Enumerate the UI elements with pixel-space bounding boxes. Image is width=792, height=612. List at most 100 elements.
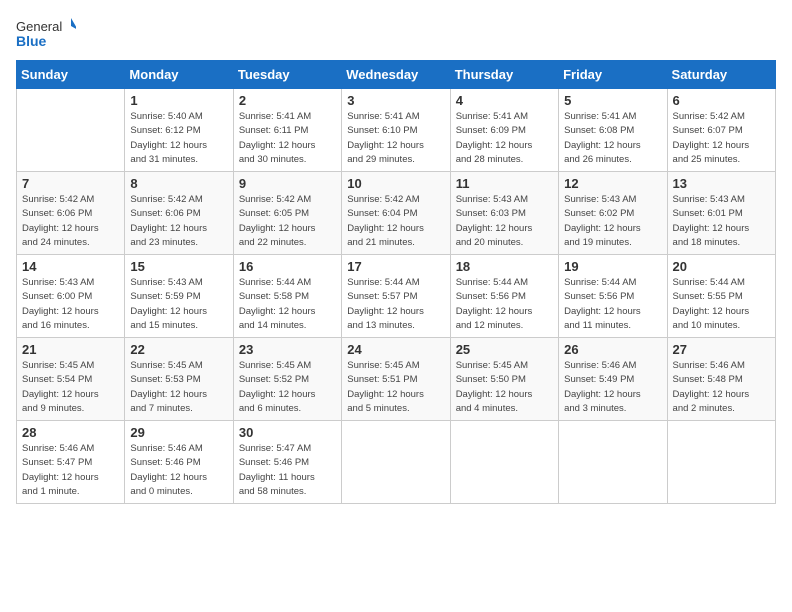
calendar-cell: 10 Sunrise: 5:42 AMSunset: 6:04 PMDayligh… xyxy=(342,172,450,255)
calendar-cell: 27 Sunrise: 5:46 AMSunset: 5:48 PMDayligh… xyxy=(667,338,775,421)
day-info: Sunrise: 5:44 AMSunset: 5:58 PMDaylight:… xyxy=(239,276,336,333)
calendar-cell: 12 Sunrise: 5:43 AMSunset: 6:02 PMDayligh… xyxy=(559,172,667,255)
calendar-table: SundayMondayTuesdayWednesdayThursdayFrid… xyxy=(16,60,776,504)
day-info: Sunrise: 5:42 AMSunset: 6:04 PMDaylight:… xyxy=(347,193,444,250)
week-row-4: 21 Sunrise: 5:45 AMSunset: 5:54 PMDayligh… xyxy=(17,338,776,421)
day-info: Sunrise: 5:43 AMSunset: 6:03 PMDaylight:… xyxy=(456,193,553,250)
calendar-cell: 16 Sunrise: 5:44 AMSunset: 5:58 PMDayligh… xyxy=(233,255,341,338)
day-number: 23 xyxy=(239,342,336,357)
day-info: Sunrise: 5:45 AMSunset: 5:53 PMDaylight:… xyxy=(130,359,227,416)
weekday-header-tuesday: Tuesday xyxy=(233,61,341,89)
calendar-cell: 13 Sunrise: 5:43 AMSunset: 6:01 PMDayligh… xyxy=(667,172,775,255)
week-row-5: 28Sunrise: 5:46 AMSunset: 5:47 PMDayligh… xyxy=(17,421,776,504)
calendar-cell: 7Sunrise: 5:42 AMSunset: 6:06 PMDaylight… xyxy=(17,172,125,255)
day-info: Sunrise: 5:43 AMSunset: 6:02 PMDaylight:… xyxy=(564,193,661,250)
day-info: Sunrise: 5:45 AMSunset: 5:51 PMDaylight:… xyxy=(347,359,444,416)
day-number: 9 xyxy=(239,176,336,191)
day-info: Sunrise: 5:43 AMSunset: 5:59 PMDaylight:… xyxy=(130,276,227,333)
day-number: 15 xyxy=(130,259,227,274)
day-number: 16 xyxy=(239,259,336,274)
day-info: Sunrise: 5:41 AMSunset: 6:10 PMDaylight:… xyxy=(347,110,444,167)
day-info: Sunrise: 5:42 AMSunset: 6:06 PMDaylight:… xyxy=(22,193,119,250)
day-number: 8 xyxy=(130,176,227,191)
day-info: Sunrise: 5:42 AMSunset: 6:07 PMDaylight:… xyxy=(673,110,770,167)
generalblue-logo-icon: General Blue xyxy=(16,16,76,52)
calendar-cell: 29Sunrise: 5:46 AMSunset: 5:46 PMDayligh… xyxy=(125,421,233,504)
day-info: Sunrise: 5:44 AMSunset: 5:56 PMDaylight:… xyxy=(456,276,553,333)
day-info: Sunrise: 5:43 AMSunset: 6:00 PMDaylight:… xyxy=(22,276,119,333)
calendar-cell: 30Sunrise: 5:47 AMSunset: 5:46 PMDayligh… xyxy=(233,421,341,504)
svg-text:Blue: Blue xyxy=(16,33,47,49)
day-info: Sunrise: 5:45 AMSunset: 5:54 PMDaylight:… xyxy=(22,359,119,416)
calendar-cell xyxy=(17,89,125,172)
week-row-1: 1 Sunrise: 5:40 AMSunset: 6:12 PMDaylight… xyxy=(17,89,776,172)
calendar-cell: 4 Sunrise: 5:41 AMSunset: 6:09 PMDaylight… xyxy=(450,89,558,172)
calendar-cell: 14 Sunrise: 5:43 AMSunset: 6:00 PMDayligh… xyxy=(17,255,125,338)
calendar-cell: 20 Sunrise: 5:44 AMSunset: 5:55 PMDayligh… xyxy=(667,255,775,338)
calendar-cell: 18 Sunrise: 5:44 AMSunset: 5:56 PMDayligh… xyxy=(450,255,558,338)
day-number: 14 xyxy=(22,259,119,274)
calendar-cell xyxy=(559,421,667,504)
day-info: Sunrise: 5:45 AMSunset: 5:52 PMDaylight:… xyxy=(239,359,336,416)
day-number: 3 xyxy=(347,93,444,108)
calendar-cell: 23 Sunrise: 5:45 AMSunset: 5:52 PMDayligh… xyxy=(233,338,341,421)
calendar-cell: 22 Sunrise: 5:45 AMSunset: 5:53 PMDayligh… xyxy=(125,338,233,421)
day-number: 2 xyxy=(239,93,336,108)
day-info: Sunrise: 5:42 AMSunset: 6:05 PMDaylight:… xyxy=(239,193,336,250)
calendar-cell: 8 Sunrise: 5:42 AMSunset: 6:06 PMDaylight… xyxy=(125,172,233,255)
day-number: 1 xyxy=(130,93,227,108)
day-number: 22 xyxy=(130,342,227,357)
logo: General Blue xyxy=(16,16,76,52)
calendar-cell: 2 Sunrise: 5:41 AMSunset: 6:11 PMDaylight… xyxy=(233,89,341,172)
calendar-cell: 26Sunrise: 5:46 AMSunset: 5:49 PMDayligh… xyxy=(559,338,667,421)
day-number: 19 xyxy=(564,259,661,274)
svg-text:General: General xyxy=(16,19,62,34)
day-number: 26 xyxy=(564,342,661,357)
day-number: 4 xyxy=(456,93,553,108)
calendar-cell: 19 Sunrise: 5:44 AMSunset: 5:56 PMDayligh… xyxy=(559,255,667,338)
day-info: Sunrise: 5:44 AMSunset: 5:56 PMDaylight:… xyxy=(564,276,661,333)
day-info: Sunrise: 5:44 AMSunset: 5:57 PMDaylight:… xyxy=(347,276,444,333)
day-number: 25 xyxy=(456,342,553,357)
calendar-cell xyxy=(342,421,450,504)
week-row-3: 14 Sunrise: 5:43 AMSunset: 6:00 PMDayligh… xyxy=(17,255,776,338)
calendar-cell: 9 Sunrise: 5:42 AMSunset: 6:05 PMDaylight… xyxy=(233,172,341,255)
day-number: 24 xyxy=(347,342,444,357)
day-number: 10 xyxy=(347,176,444,191)
calendar-cell: 3 Sunrise: 5:41 AMSunset: 6:10 PMDaylight… xyxy=(342,89,450,172)
calendar-cell: 1 Sunrise: 5:40 AMSunset: 6:12 PMDaylight… xyxy=(125,89,233,172)
weekday-header-friday: Friday xyxy=(559,61,667,89)
calendar-cell xyxy=(450,421,558,504)
day-number: 12 xyxy=(564,176,661,191)
day-info: Sunrise: 5:44 AMSunset: 5:55 PMDaylight:… xyxy=(673,276,770,333)
calendar-cell xyxy=(667,421,775,504)
weekday-header-sunday: Sunday xyxy=(17,61,125,89)
day-info: Sunrise: 5:40 AMSunset: 6:12 PMDaylight:… xyxy=(130,110,227,167)
day-info: Sunrise: 5:43 AMSunset: 6:01 PMDaylight:… xyxy=(673,193,770,250)
day-info: Sunrise: 5:46 AMSunset: 5:48 PMDaylight:… xyxy=(673,359,770,416)
day-number: 17 xyxy=(347,259,444,274)
day-number: 13 xyxy=(673,176,770,191)
day-info: Sunrise: 5:46 AMSunset: 5:46 PMDaylight:… xyxy=(130,442,227,499)
day-number: 6 xyxy=(673,93,770,108)
day-info: Sunrise: 5:41 AMSunset: 6:09 PMDaylight:… xyxy=(456,110,553,167)
week-row-2: 7Sunrise: 5:42 AMSunset: 6:06 PMDaylight… xyxy=(17,172,776,255)
day-number: 21 xyxy=(22,342,119,357)
day-info: Sunrise: 5:45 AMSunset: 5:50 PMDaylight:… xyxy=(456,359,553,416)
calendar-cell: 5Sunrise: 5:41 AMSunset: 6:08 PMDaylight… xyxy=(559,89,667,172)
weekday-header-row: SundayMondayTuesdayWednesdayThursdayFrid… xyxy=(17,61,776,89)
calendar-cell: 21 Sunrise: 5:45 AMSunset: 5:54 PMDayligh… xyxy=(17,338,125,421)
calendar-cell: 11 Sunrise: 5:43 AMSunset: 6:03 PMDayligh… xyxy=(450,172,558,255)
day-number: 11 xyxy=(456,176,553,191)
day-number: 5 xyxy=(564,93,661,108)
day-number: 18 xyxy=(456,259,553,274)
day-number: 20 xyxy=(673,259,770,274)
weekday-header-saturday: Saturday xyxy=(667,61,775,89)
calendar-cell: 25 Sunrise: 5:45 AMSunset: 5:50 PMDayligh… xyxy=(450,338,558,421)
weekday-header-wednesday: Wednesday xyxy=(342,61,450,89)
day-info: Sunrise: 5:41 AMSunset: 6:11 PMDaylight:… xyxy=(239,110,336,167)
day-number: 27 xyxy=(673,342,770,357)
calendar-cell: 15 Sunrise: 5:43 AMSunset: 5:59 PMDayligh… xyxy=(125,255,233,338)
day-info: Sunrise: 5:42 AMSunset: 6:06 PMDaylight:… xyxy=(130,193,227,250)
weekday-header-monday: Monday xyxy=(125,61,233,89)
